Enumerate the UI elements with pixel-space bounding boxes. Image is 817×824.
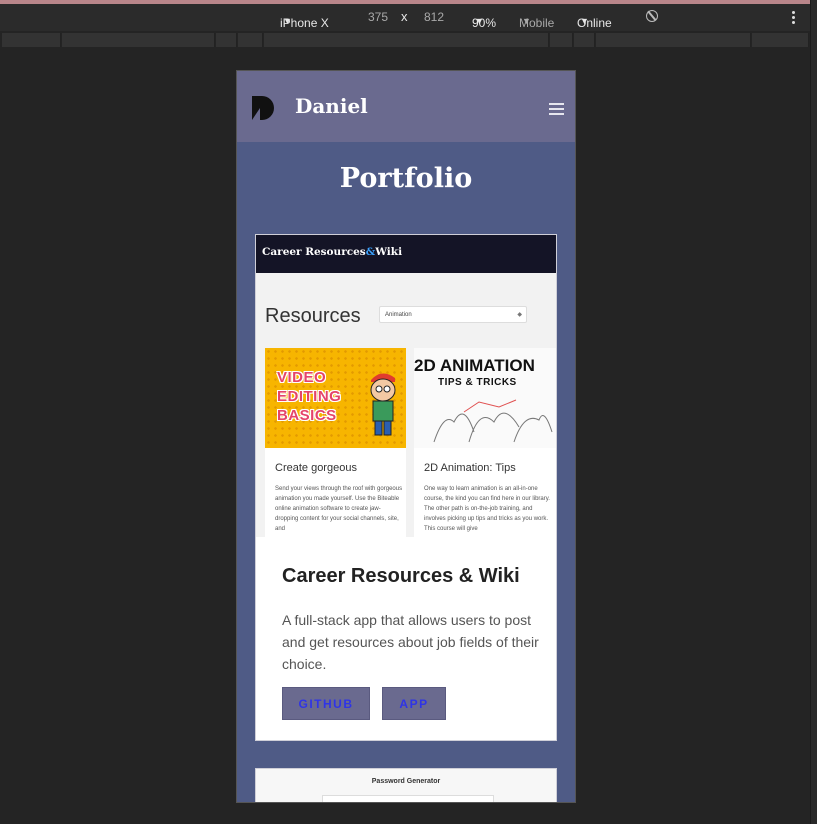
media-segment[interactable] [596,33,751,47]
project-title: Career Resources & Wiki [282,565,520,587]
chevron-down-icon: ▼ [475,16,484,26]
screenshot-card-title: Create gorgeous [275,462,357,474]
brand-name[interactable]: Daniel [295,94,368,118]
height-input[interactable]: 812 [424,10,444,24]
media-segment[interactable] [62,33,215,47]
screenshot-header: Career Resources&Wiki [256,235,556,273]
next-project-title: Password Generator [371,778,441,785]
navbar: Daniel [237,71,575,142]
media-segment[interactable] [550,33,573,47]
next-project-input [322,795,494,802]
chevron-down-icon: ▼ [283,16,292,26]
media-segment[interactable] [2,33,61,47]
screenshot-title-text2: Wiki [375,246,403,258]
screenshot-card: 2D Animation: Tips One way to learn anim… [414,448,556,537]
rotate-icon[interactable] [646,10,658,22]
d-logo-icon[interactable] [250,94,276,120]
app-button[interactable]: APP [382,687,446,720]
width-input[interactable]: 375 [368,10,388,24]
times-icon: x [401,9,408,24]
screenshot-select: Animation [379,306,527,323]
media-segment[interactable] [216,33,237,47]
media-query-bar[interactable] [0,31,817,50]
project-description: A full-stack app that allows users to po… [282,612,539,672]
video-editing-thumbnail: VIDEO EDITING BASICS [265,348,406,448]
screenshot-card-body: Send your views through the roof with go… [275,486,403,532]
project-card: Career Resources&Wiki Resources Animatio… [255,234,557,741]
thumbnail-title: 2D ANIMATION [414,356,535,375]
animation-thumbnail: 2D ANIMATION TIPS & TRICKS [414,348,556,448]
project-screenshot: Career Resources&Wiki Resources Animatio… [256,235,556,537]
device-toolbar: iPhone X ▼ 375 x 812 90% ▼ Mobile ▼ Online ▼ [0,4,817,31]
thumbnail-subtitle: TIPS & TRICKS [438,377,517,388]
media-segment[interactable] [238,33,263,47]
media-segment[interactable] [574,33,595,47]
media-segment[interactable] [264,33,549,47]
hamburger-icon[interactable] [549,103,564,115]
project-info: Career Resources & Wiki [282,565,532,588]
screenshot-header-title: Career Resources&Wiki [262,246,402,258]
chevron-down-icon: ▼ [522,16,531,26]
media-segment[interactable] [752,33,809,47]
page-title: Portfolio [339,163,473,194]
screenshot-card-title: 2D Animation: Tips [424,462,516,474]
kebab-icon[interactable] [789,11,797,25]
thumbnail-text: VIDEO EDITING BASICS [277,369,342,424]
github-button[interactable]: GITHUB [282,687,370,720]
cartoon-kid-icon [370,373,396,436]
screenshot-card: Create gorgeous Send your views through … [265,448,406,537]
screenshot-card-body: One way to learn animation is an all-in-… [424,486,550,532]
screenshot-resources-heading: Resources [265,305,361,327]
next-project-card: Password Generator [255,768,557,802]
device-viewport: Daniel Portfolio Career Resources&Wiki R… [237,71,575,802]
screenshot-amp: & [365,246,376,258]
sketch-figures-icon [433,399,553,443]
devtools-scrollbar[interactable] [810,0,817,824]
screenshot-title-text: Career Resources [262,246,366,258]
chevron-down-icon: ▼ [580,16,589,26]
